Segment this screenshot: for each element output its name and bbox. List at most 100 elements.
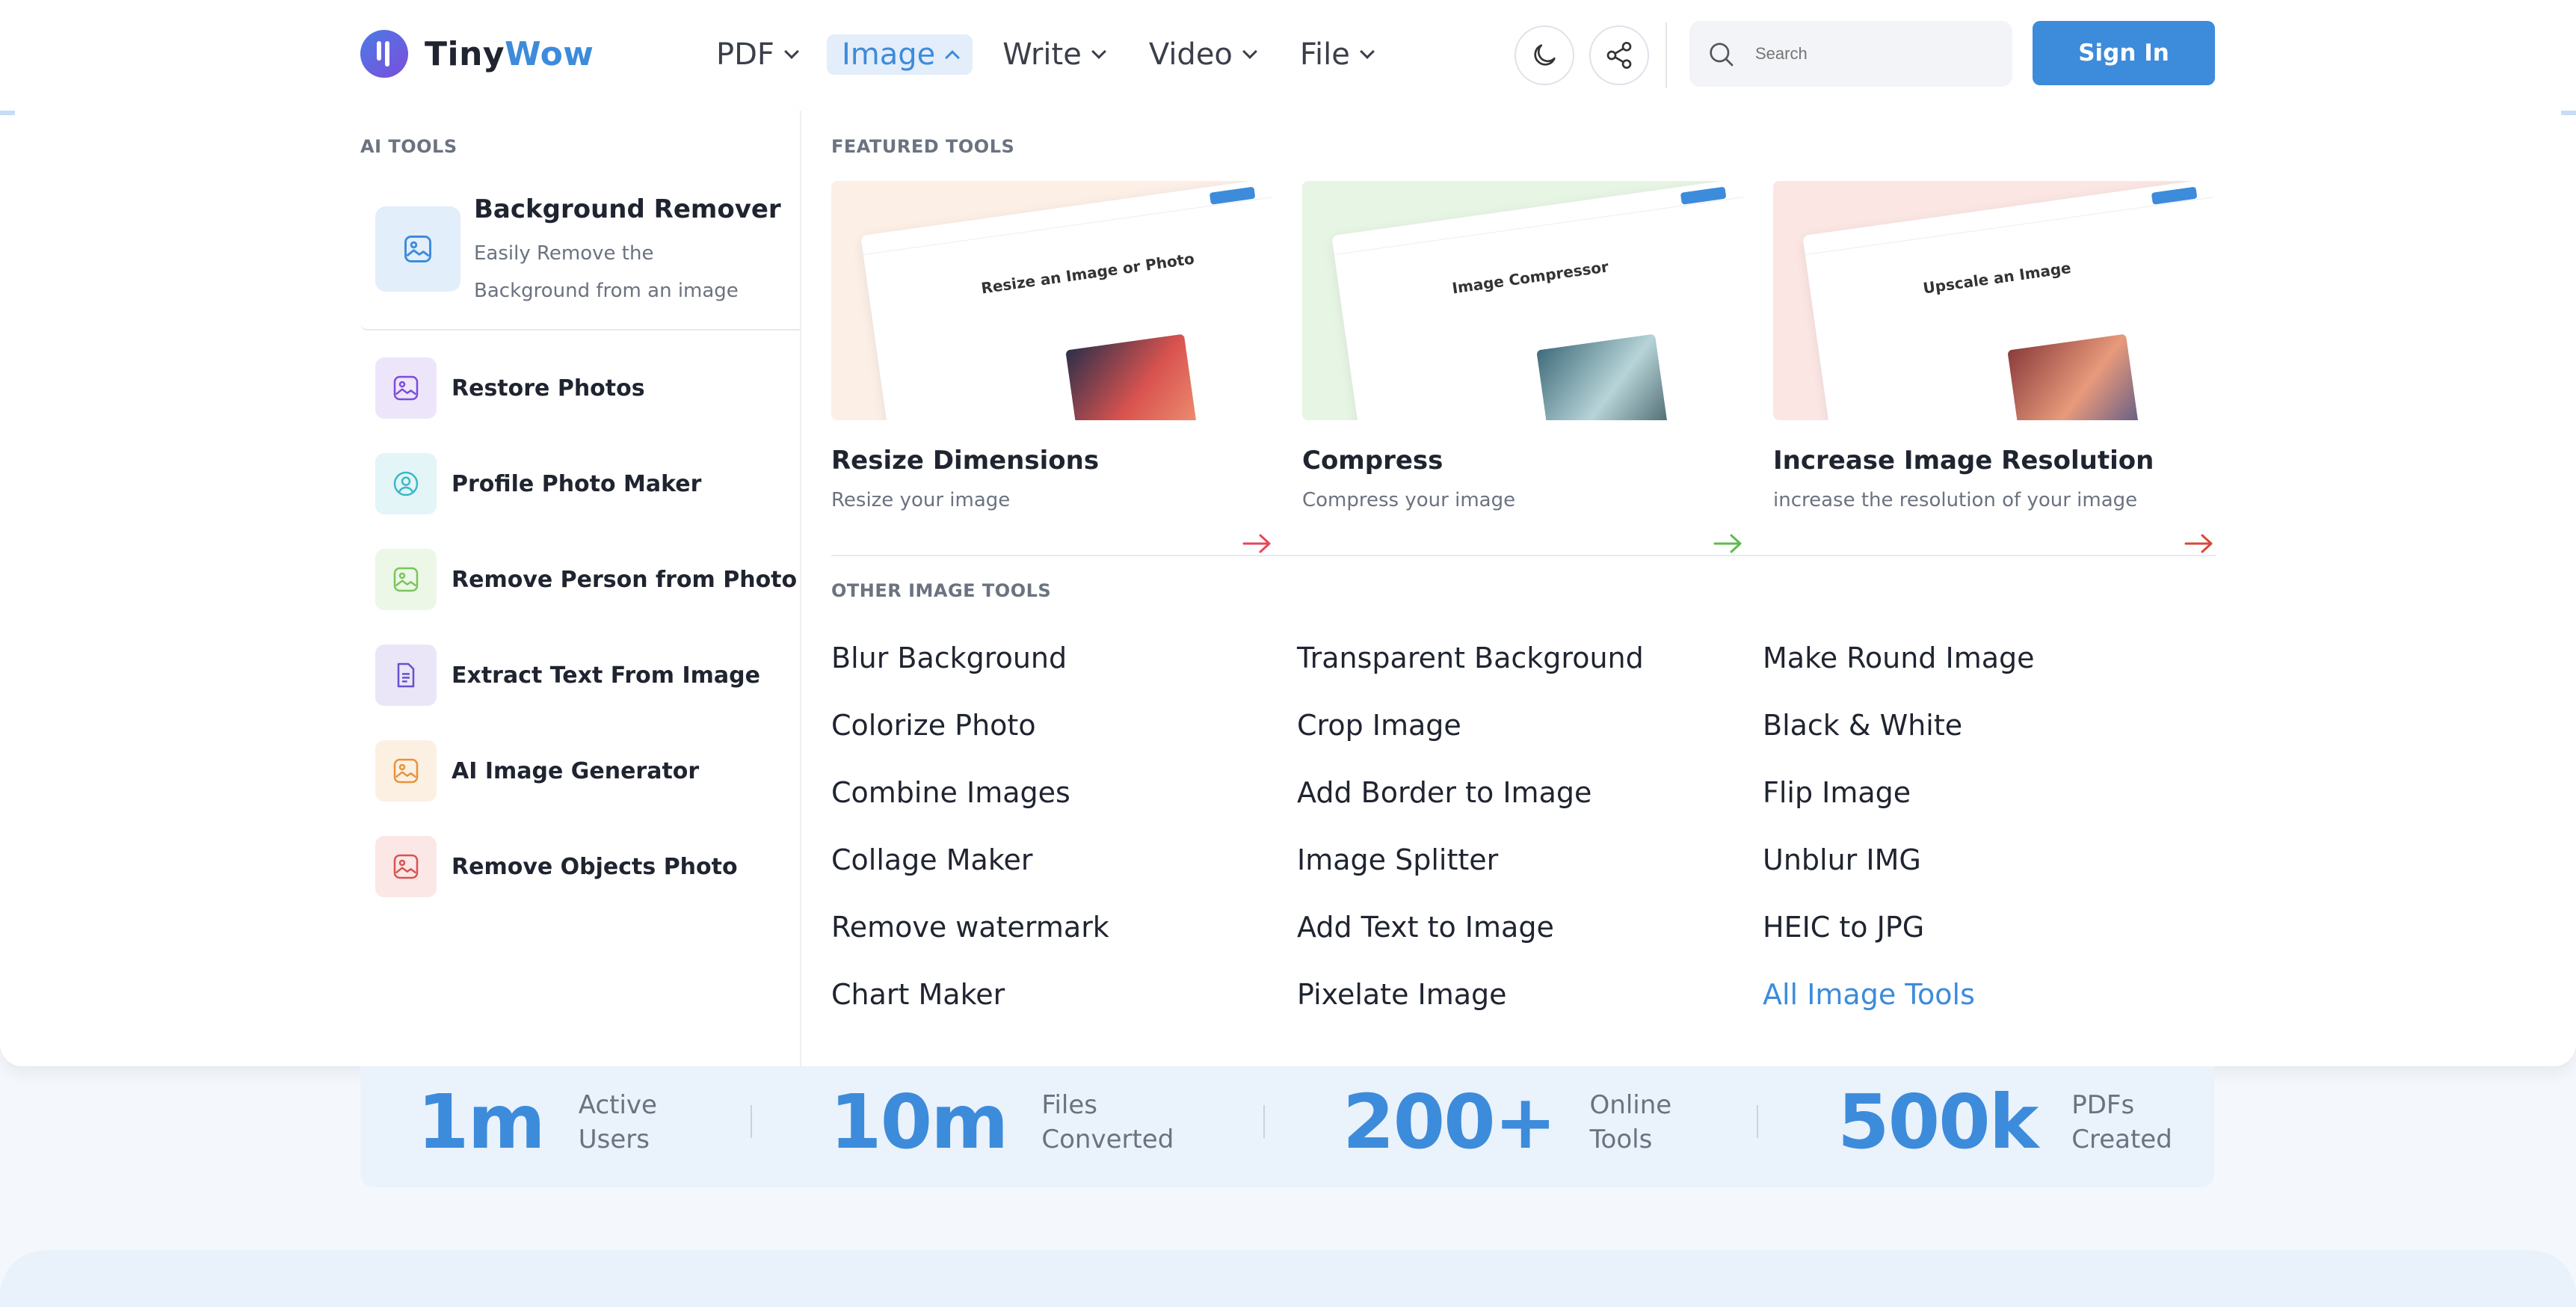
image-dropdown-menu: AI TOOLS Background Remover Easily Remov… [0, 111, 2576, 1066]
tool-link-heic-to-jpg[interactable]: HEIC to JPG [1763, 911, 1924, 944]
stat-label-line1: Files [1041, 1089, 1097, 1120]
background-remover-title: Background Remover [474, 194, 781, 224]
preview-screenshot: Resize an Image or Photo [860, 181, 1272, 420]
featured-tool-desc: Resize your image [831, 489, 1011, 511]
share-button[interactable] [1589, 25, 1649, 85]
main-nav: PDF Image Write Video File [701, 34, 1402, 75]
sign-in-button[interactable]: Sign In [2033, 21, 2215, 85]
image-icon [375, 549, 437, 610]
tool-link-pixelate-image[interactable]: Pixelate Image [1297, 978, 1507, 1011]
share-icon [1606, 42, 1632, 69]
ai-tool-ai-image-generator[interactable]: AI Image Generator [375, 740, 699, 802]
search-box[interactable] [1689, 21, 2012, 87]
ai-tool-remove-person-from-photo[interactable]: Remove Person from Photo [375, 549, 797, 610]
featured-tool-desc: Compress your image [1302, 489, 1516, 511]
background-remover-desc: Easily Remove the Background from an ima… [474, 235, 788, 310]
arrow-right-icon [1713, 534, 1742, 553]
theme-toggle-button[interactable] [1515, 25, 1574, 85]
stat-label: Online Tools [1590, 1088, 1725, 1157]
stat-label-line2: Converted [1041, 1124, 1174, 1154]
ai-tool-label: Extract Text From Image [452, 662, 760, 689]
stat-label-line1: Active [578, 1089, 657, 1120]
tool-link-all-image-tools[interactable]: All Image Tools [1763, 978, 1975, 1011]
featured-tool-compress[interactable]: Image Compressor Compress Compress your im… [1302, 181, 1743, 553]
logo-icon [360, 30, 408, 78]
ai-tool-label: Restore Photos [452, 375, 645, 402]
preview-title: Resize an Image or Photo [979, 249, 1196, 298]
nav-video[interactable]: Video [1134, 34, 1270, 75]
nav-pdf-label: PDF [716, 37, 774, 72]
stat-label-line2: Tools [1589, 1124, 1653, 1154]
nav-pdf[interactable]: PDF [701, 34, 812, 75]
image-icon [375, 206, 460, 292]
ai-tool-label: Remove Person from Photo [452, 566, 798, 593]
stat-value: 1m [417, 1078, 546, 1166]
ai-tool-label: Profile Photo Maker [452, 470, 702, 497]
stat-pdfs-created: 500k PDFs Created [1837, 1078, 2206, 1166]
image-icon [375, 357, 437, 419]
featured-tool-title: Resize Dimensions [831, 446, 1100, 476]
nav-write-label: Write [1002, 37, 1082, 72]
stat-divider [751, 1105, 752, 1138]
featured-tool-preview: Upscale an Image [1773, 181, 2214, 420]
tool-link-black-and-white[interactable]: Black & White [1763, 709, 1962, 742]
tool-link-flip-image[interactable]: Flip Image [1763, 776, 1911, 809]
featured-tools-heading: FEATURED TOOLS [831, 136, 1015, 157]
other-tools-heading: OTHER IMAGE TOOLS [831, 580, 1052, 601]
tool-link-image-splitter[interactable]: Image Splitter [1297, 843, 1498, 876]
stat-label-line2: Created [2071, 1124, 2172, 1154]
tool-link-make-round-image[interactable]: Make Round Image [1763, 642, 2035, 674]
ai-tool-remove-objects-photo[interactable]: Remove Objects Photo [375, 836, 738, 897]
arrow-right-icon [2184, 534, 2213, 553]
stat-value: 200+ [1343, 1078, 1557, 1166]
preview-title: Upscale an Image [1921, 258, 2072, 298]
featured-tool-resize-dimensions[interactable]: Resize an Image or Photo Resize Dimension… [831, 181, 1272, 553]
stat-divider [1757, 1105, 1758, 1138]
tool-link-transparent-background[interactable]: Transparent Background [1297, 642, 1644, 674]
nav-write[interactable]: Write [987, 34, 1119, 75]
ai-tool-restore-photos[interactable]: Restore Photos [375, 357, 645, 419]
top-header: TinyWow PDF Image Write Video File Searc… [0, 0, 2576, 111]
ai-tool-profile-photo-maker[interactable]: Profile Photo Maker [375, 453, 701, 514]
nav-image[interactable]: Image [826, 34, 973, 75]
featured-tool-increase-image-resolution[interactable]: Upscale an Image Increase Image Resolutio… [1773, 181, 2214, 553]
section-divider [831, 555, 2216, 556]
column-divider [800, 111, 801, 1066]
chevron-up-icon [945, 50, 961, 65]
tool-link-colorize-photo[interactable]: Colorize Photo [831, 709, 1036, 742]
nav-file[interactable]: File [1285, 34, 1387, 75]
content-card [0, 1250, 2576, 1307]
tool-link-blur-background[interactable]: Blur Background [831, 642, 1067, 674]
preview-title: Image Compressor [1450, 257, 1610, 298]
stat-label: PDFs Created [2071, 1088, 2206, 1157]
tool-link-add-border-to-image[interactable]: Add Border to Image [1297, 776, 1591, 809]
stat-divider [1263, 1105, 1265, 1138]
image-icon [375, 836, 437, 897]
stat-value: 10m [830, 1078, 1008, 1166]
stat-label-line1: Online [1589, 1089, 1672, 1120]
tool-link-crop-image[interactable]: Crop Image [1297, 709, 1461, 742]
logo-text: TinyWow [425, 35, 594, 73]
tool-link-remove-watermark[interactable]: Remove watermark [831, 911, 1109, 944]
logo[interactable]: TinyWow [360, 30, 594, 78]
search-icon [1710, 43, 1734, 67]
nav-file-label: File [1299, 37, 1350, 72]
chevron-down-icon [1359, 44, 1375, 59]
preview-screenshot: Upscale an Image [1802, 181, 2214, 420]
featured-tool-preview: Image Compressor [1302, 181, 1743, 420]
stats-strip: 1m Active Users 10m Files Converted 200+ Online… [360, 1066, 2214, 1187]
stat-label-line1: PDFs [2071, 1089, 2135, 1120]
ai-tool-extract-text-from-image[interactable]: Extract Text From Image [375, 645, 760, 706]
nav-image-label: Image [841, 37, 936, 72]
stat-label: Files Converted [1041, 1088, 1176, 1157]
tool-link-chart-maker[interactable]: Chart Maker [831, 978, 1005, 1011]
preview-screenshot: Image Compressor [1331, 181, 1743, 420]
tool-link-collage-maker[interactable]: Collage Maker [831, 843, 1033, 876]
search-input[interactable] [1755, 44, 1979, 64]
background-remover-desc-line2: Background from an image [474, 280, 739, 302]
tool-link-unblur-img[interactable]: Unblur IMG [1763, 843, 1921, 876]
background-remover-card[interactable]: Background Remover Easily Remove the Bac… [360, 184, 800, 330]
document-icon [375, 645, 437, 706]
tool-link-combine-images[interactable]: Combine Images [831, 776, 1070, 809]
tool-link-add-text-to-image[interactable]: Add Text to Image [1297, 911, 1554, 944]
